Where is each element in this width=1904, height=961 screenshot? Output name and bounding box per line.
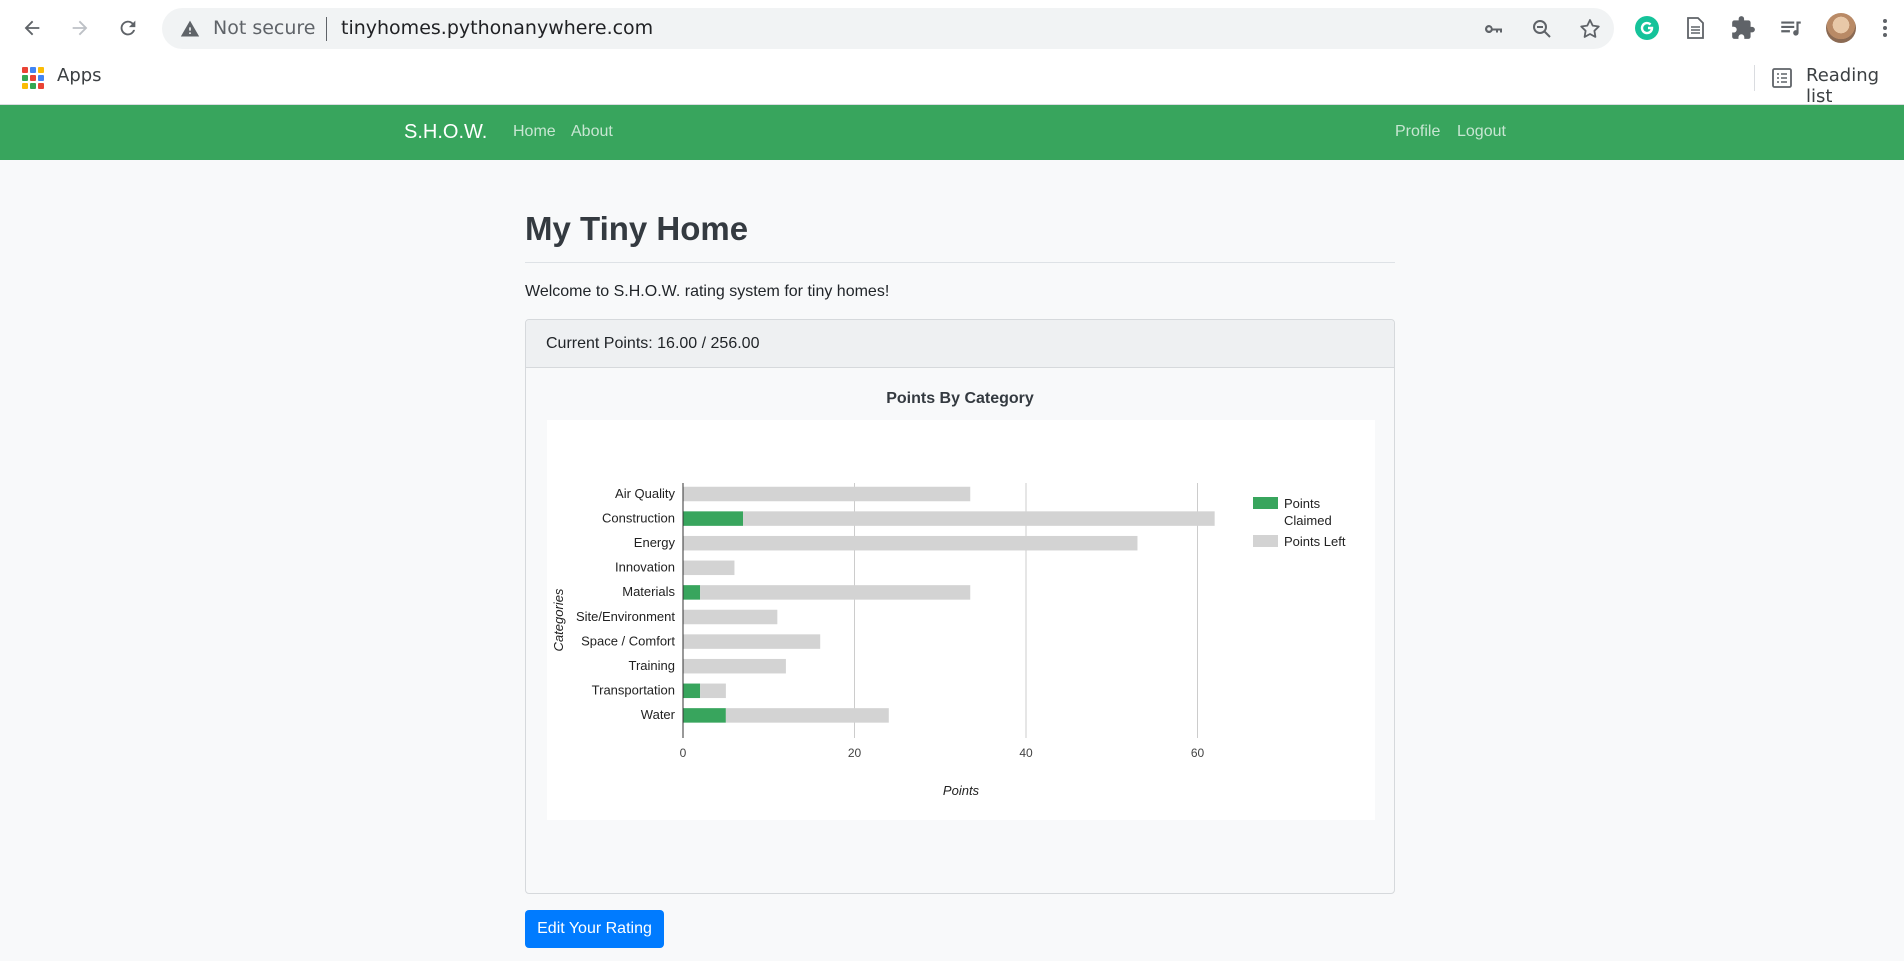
card-header: Current Points: 16.00 / 256.00 [526,320,1394,368]
avatar[interactable] [1826,13,1856,43]
chart-bar [683,708,726,723]
category-label: Energy [634,535,676,550]
chart-bar [683,634,821,649]
category-label: Space / Comfort [581,633,675,648]
chart-bar [725,708,889,723]
apps-bookmark[interactable]: Apps [57,65,102,86]
category-label: Water [641,707,676,722]
chart-bar [683,585,701,600]
category-label: Training [629,658,675,673]
grammarly-icon[interactable] [1634,15,1660,41]
zoom-out-icon[interactable] [1530,17,1554,41]
nav-link-about[interactable]: About [571,123,613,141]
category-label: Construction [602,510,675,525]
reading-list-button[interactable]: Reading list [1806,65,1904,107]
bookmarks-bar: Apps Reading list [0,57,1904,107]
points-chart: Air Quality Construction Energy Innovation M… [547,420,1375,820]
x-axis-title: Points [943,783,980,798]
site-navbar: S.H.O.W. Home About Profile Logout [0,105,1904,160]
edit-rating-button[interactable]: Edit Your Rating [525,910,664,948]
address-bar[interactable]: Not secure tinyhomes.pythonanywhere.com [162,8,1614,49]
chart-bar [683,609,778,625]
category-label: Materials [622,584,675,599]
more-icon[interactable] [1872,15,1898,41]
chart-bar [683,486,971,502]
current-points: Current Points: 16.00 / 256.00 [546,335,760,352]
reload-icon[interactable] [110,10,146,46]
chart-bar [683,560,735,576]
bookmarks-divider [1754,65,1755,91]
points-card: Current Points: 16.00 / 256.00 Points By… [525,319,1395,894]
chart-bar [700,683,726,699]
category-label: Air Quality [615,486,675,501]
chart-bar [683,658,786,674]
nav-link-home[interactable]: Home [513,123,556,141]
url-text[interactable]: tinyhomes.pythonanywhere.com [341,17,653,39]
welcome-text: Welcome to S.H.O.W. rating system for ti… [525,283,890,300]
security-status[interactable]: Not secure [213,17,316,39]
reading-list-icon[interactable] [1770,66,1794,90]
brand-link[interactable]: S.H.O.W. [404,121,487,144]
nav-link-logout[interactable]: Logout [1457,123,1506,141]
chart-svg: Air Quality Construction Energy Innovation M… [551,483,1346,798]
chart-bar [743,511,1215,526]
omnibox-divider [326,17,327,41]
nav-link-profile[interactable]: Profile [1395,123,1440,141]
apps-icon[interactable] [22,67,44,89]
chart-bar [683,511,744,526]
page-title: My Tiny Home [525,210,749,247]
x-tick-label: 20 [848,746,862,760]
legend-swatch-left [1253,535,1278,547]
category-label: Innovation [615,560,675,575]
forward-icon[interactable] [62,10,98,46]
legend-label-left: Points Left [1284,534,1346,549]
chart-bar [700,585,971,600]
x-tick-label: 40 [1019,746,1033,760]
category-label: Transportation [592,683,675,698]
x-tick-label: 0 [680,746,687,760]
y-axis-title: Categories [551,588,566,651]
document-icon[interactable] [1682,15,1708,41]
browser-toolbar: Not secure tinyhomes.pythonanywhere.com [0,0,1904,57]
key-icon[interactable] [1482,17,1506,41]
legend-label-claimed-cont: Claimed [1284,513,1332,528]
chart-bar [683,683,701,699]
category-label: Site/Environment [576,609,675,624]
star-icon[interactable] [1578,17,1602,41]
chart-title: Points By Category [886,390,1034,407]
legend-label-claimed: Points [1284,496,1321,511]
title-divider [525,262,1395,263]
warning-icon[interactable] [180,19,200,39]
back-icon[interactable] [14,10,50,46]
legend-swatch-claimed [1253,497,1278,509]
chart-bar [683,535,1138,551]
media-queue-icon[interactable] [1778,15,1804,41]
x-tick-label: 60 [1191,746,1205,760]
puzzle-icon[interactable] [1730,15,1756,41]
